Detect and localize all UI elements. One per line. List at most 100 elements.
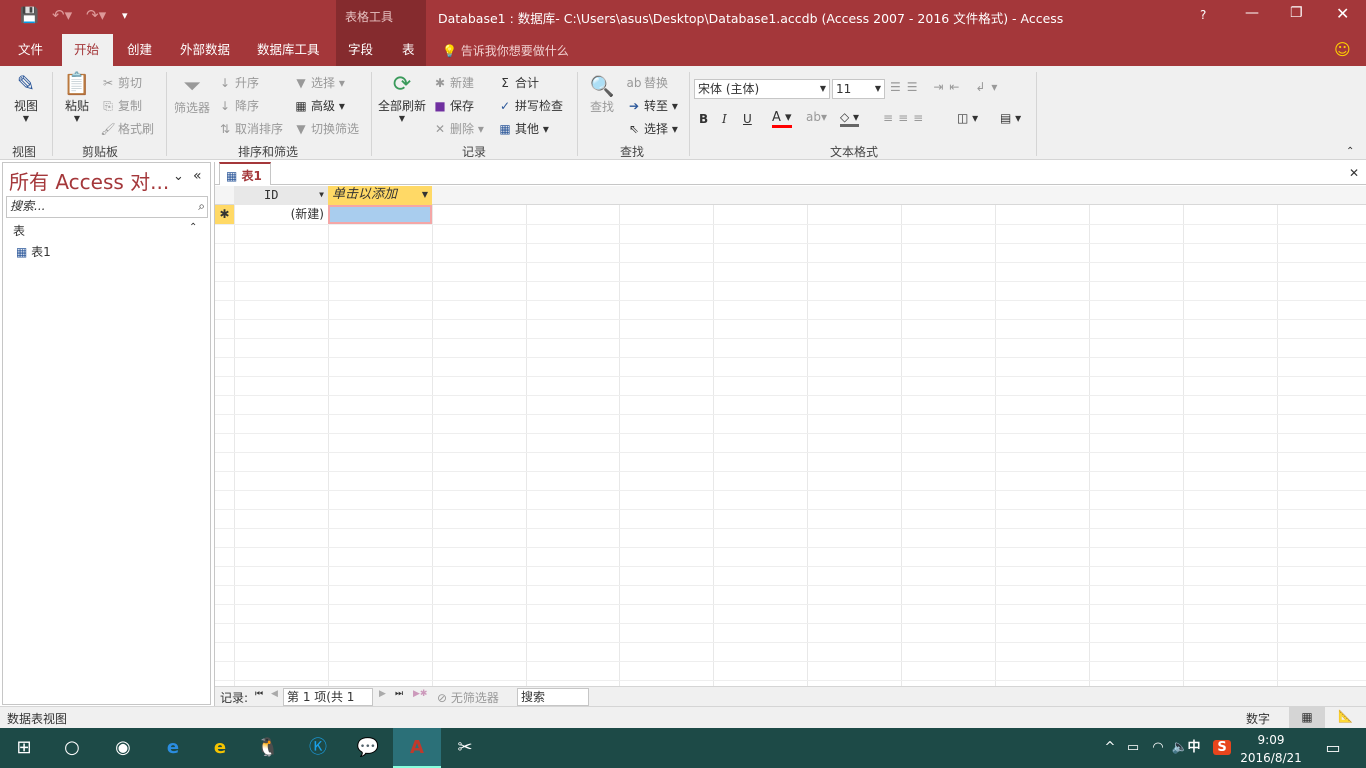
font-size-select[interactable]: 11 ▼	[832, 79, 885, 99]
font-color-button[interactable]: A ▾	[772, 110, 792, 128]
first-record-button[interactable]: ⏮	[255, 689, 263, 699]
wechat-icon[interactable]: 💬	[348, 728, 388, 768]
prev-record-button[interactable]: ◀	[271, 689, 278, 699]
divider	[371, 72, 372, 156]
cortana-icon[interactable]: ○	[52, 728, 92, 768]
last-record-button[interactable]: ⏭	[395, 689, 403, 699]
tab-database-tools[interactable]: 数据库工具	[245, 34, 332, 66]
group-find: 查找	[620, 145, 645, 159]
arrow-right-icon: ➔	[628, 99, 640, 113]
kugou-icon[interactable]: Ⓚ	[298, 728, 338, 768]
action-center-icon[interactable]: ▭	[1313, 728, 1353, 768]
totals-button[interactable]: Σ 合计	[497, 74, 539, 91]
edge-icon[interactable]: e	[153, 728, 193, 768]
ie-icon[interactable]: e	[200, 728, 240, 768]
clear-sort-icon: ⇅	[219, 122, 231, 136]
save-record-button[interactable]: ■ 保存	[432, 97, 474, 114]
smiley-feedback-icon[interactable]: ☺	[1334, 40, 1351, 59]
copy-button[interactable]: ⎘ 复制	[100, 97, 142, 114]
chrome-icon[interactable]: ◉	[103, 728, 143, 768]
datasheet-view-icon[interactable]: ▦	[1289, 707, 1325, 728]
sort-descending-button[interactable]: ↓ 降序	[217, 97, 259, 114]
id-new-cell[interactable]: (新建)	[234, 205, 328, 224]
help-button[interactable]: ?	[1200, 8, 1206, 22]
bold-button[interactable]: B	[699, 112, 708, 126]
qq-icon[interactable]: 🐧	[248, 728, 288, 768]
grid-row-line	[215, 319, 1366, 320]
clock[interactable]: 9:09 2016/8/21	[1240, 731, 1302, 767]
snipping-tool-icon[interactable]: ✂	[445, 728, 485, 768]
grid-row-line	[215, 433, 1366, 434]
tab-home[interactable]: 开始	[62, 34, 113, 66]
column-header-id[interactable]: ID ▼	[234, 186, 328, 205]
tab-create[interactable]: 创建	[115, 34, 164, 66]
divider	[166, 72, 167, 156]
tab-file[interactable]: 文件	[6, 34, 55, 66]
tab-table1[interactable]: ▦ 表1	[219, 162, 271, 185]
access-taskbar-icon[interactable]: A	[393, 728, 441, 768]
find-button[interactable]: 🔍 查找	[586, 74, 618, 115]
datasheet-document: ▦ 表1 ✕ ID ▼ 单击以添加 ▼ ✱ (新建) 记录: ⏮ ◀ 第 1 项(共…	[214, 162, 1366, 720]
column-header-click-to-add[interactable]: 单击以添加 ▼	[328, 186, 432, 205]
undo-icon[interactable]: ↶▾	[52, 6, 72, 24]
collapse-ribbon-icon[interactable]: ⌃	[1346, 146, 1354, 157]
nav-search-input[interactable]: 搜索... ⌕	[6, 196, 208, 218]
minimize-button[interactable]: —	[1245, 5, 1259, 21]
view-button[interactable]: ✎ 视图 ▼	[8, 72, 44, 123]
start-windows-icon[interactable]: ⊞	[4, 728, 44, 768]
nav-item-table1[interactable]: ▦ 表1	[16, 243, 51, 260]
collapse-section-icon[interactable]: ⌃	[189, 222, 197, 233]
clear-sort-button[interactable]: ⇅ 取消排序	[217, 120, 283, 137]
tab-fields[interactable]: 字段	[336, 34, 385, 66]
format-painter-button[interactable]: 🖌 格式刷	[100, 120, 154, 137]
toggle-filter-button[interactable]: ▼ 切换筛选	[293, 120, 359, 137]
close-document-icon[interactable]: ✕	[1349, 166, 1359, 180]
gridlines-button[interactable]: ◫ ▾	[957, 111, 978, 125]
next-record-button[interactable]: ▶	[379, 689, 386, 699]
nav-section-tables[interactable]: 表	[13, 222, 25, 239]
new-record-selector[interactable]: ✱	[215, 205, 234, 224]
tell-me-box[interactable]: 💡 告诉我你想要做什么	[442, 42, 569, 59]
selected-cell[interactable]	[328, 205, 432, 224]
tab-external-data[interactable]: 外部数据	[168, 34, 242, 66]
tab-table[interactable]: 表	[390, 34, 427, 66]
shutter-bar-close-icon[interactable]: «	[193, 168, 202, 184]
new-record-button[interactable]: ✱ 新建	[432, 74, 474, 91]
paste-button[interactable]: 📋 粘贴 ▼	[60, 72, 94, 123]
advanced-button[interactable]: ▦ 高级 ▾	[293, 97, 345, 114]
gridlines-icon: ◫	[957, 111, 969, 125]
refresh-all-button[interactable]: ⟳ 全部刷新 ▼	[376, 72, 428, 123]
filter-indicator[interactable]: ⊘ 无筛选器	[437, 689, 499, 706]
more-button[interactable]: ▦ 其他 ▾	[497, 120, 549, 137]
alternate-row-color-button[interactable]: ▤ ▾	[1000, 111, 1021, 125]
fill-color-button[interactable]: ◇ ▾	[840, 110, 860, 127]
spelling-button[interactable]: ✓ 拼写检查	[497, 97, 563, 114]
restore-button[interactable]: ❐	[1290, 5, 1303, 21]
align-buttons[interactable]: ≡≡≡	[883, 111, 928, 125]
nav-menu-chevron-icon[interactable]: ⌄	[173, 169, 184, 184]
list-indent-buttons[interactable]: ☰☰ ⇥⇤ ↲▾	[890, 80, 1003, 94]
cut-button[interactable]: ✂ 剪切	[100, 74, 142, 91]
current-record-field[interactable]: 第 1 项(共 1 项)	[283, 688, 373, 720]
replace-button[interactable]: ab 替换	[626, 74, 669, 91]
nav-pane-title[interactable]: 所有 Access 对...	[9, 166, 169, 195]
highlight-button[interactable]: ab▾	[806, 110, 827, 124]
underline-button[interactable]: U	[743, 112, 752, 126]
redo-icon[interactable]: ↷▾	[86, 6, 106, 24]
filter-button[interactable]: ⏷ 筛选器	[172, 74, 212, 116]
design-view-icon[interactable]: 📐	[1338, 709, 1353, 723]
goto-button[interactable]: ➔ 转至 ▾	[626, 97, 678, 114]
sogou-ime-icon[interactable]: S	[1213, 740, 1231, 755]
italic-button[interactable]: I	[722, 112, 727, 126]
delete-record-button[interactable]: ✕ 删除 ▾	[432, 120, 484, 137]
new-blank-record-button[interactable]: ▶✱	[413, 689, 427, 699]
save-icon[interactable]: 💾	[20, 6, 39, 24]
selection-filter-icon: ▼	[296, 76, 306, 90]
selection-button[interactable]: ▼ 选择 ▾	[293, 74, 344, 91]
font-name-select[interactable]: 宋体 (主体) ▼	[694, 79, 830, 99]
record-search-input[interactable]: 搜索	[517, 688, 589, 706]
select-button[interactable]: ⇖ 选择 ▾	[626, 120, 678, 137]
customize-qat-icon[interactable]: ▾	[122, 9, 128, 22]
sort-ascending-button[interactable]: ↓ 升序	[217, 74, 259, 91]
close-button[interactable]: ✕	[1336, 4, 1349, 23]
